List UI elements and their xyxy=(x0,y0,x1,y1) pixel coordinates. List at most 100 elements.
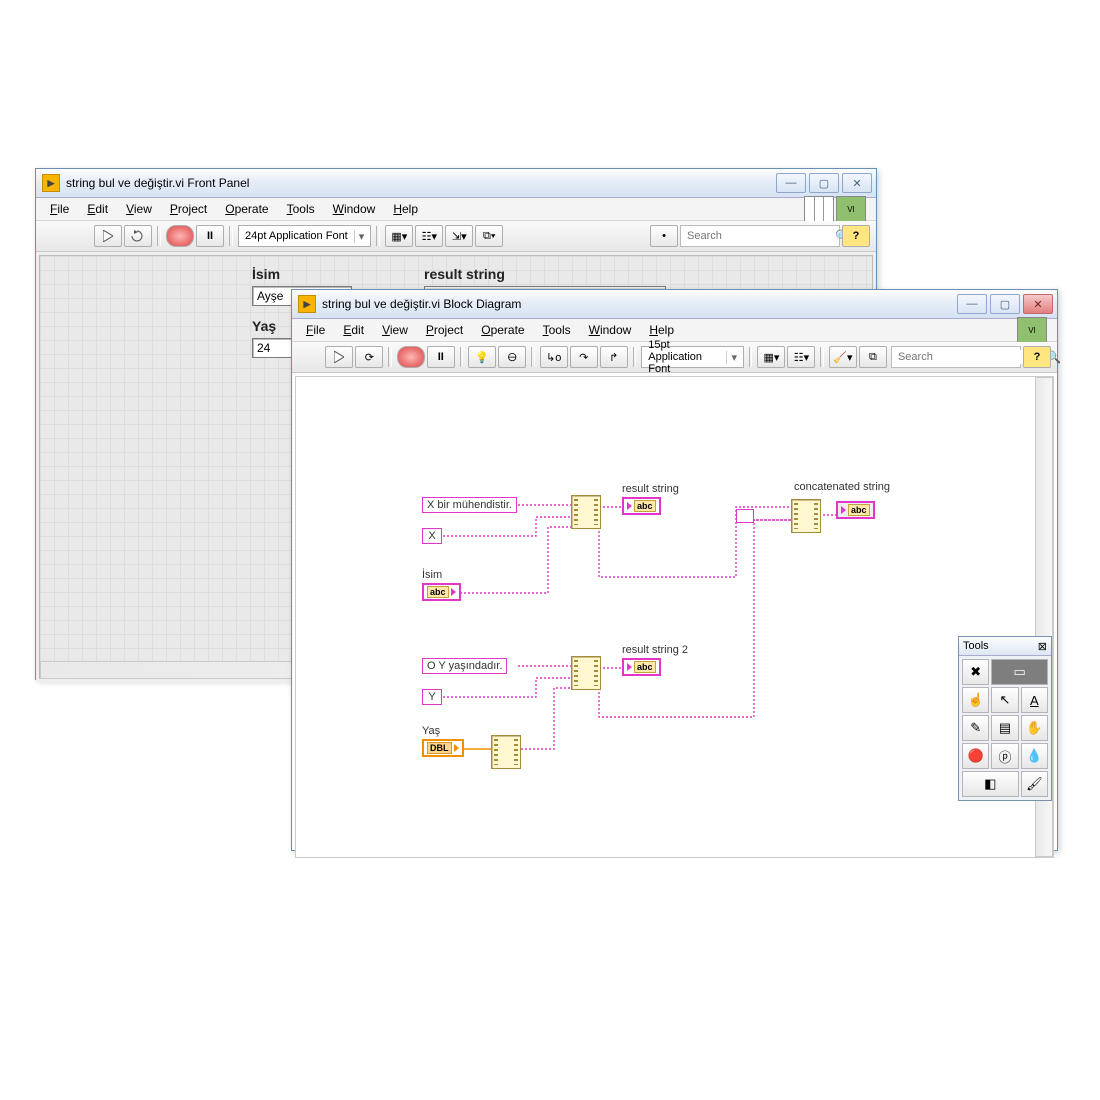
tool-color-copy[interactable]: 💧 xyxy=(1021,743,1048,769)
close-button[interactable]: ✕ xyxy=(842,173,872,193)
maximize-button[interactable]: ▢ xyxy=(990,294,1020,314)
search-input[interactable] xyxy=(685,229,831,243)
tools-palette[interactable]: Tools⊠ ✖ ▭ ☝ ↖ A ✎ ▤ ✋ 🔴 ⓟ 💧 ◧ 🖌 xyxy=(958,636,1052,801)
distribute-button[interactable]: ☷▾ xyxy=(787,346,815,368)
run-button[interactable] xyxy=(94,225,122,247)
maximize-button[interactable]: ▢ xyxy=(809,173,839,193)
vi-icon[interactable]: VI xyxy=(1017,317,1047,343)
search-box[interactable]: 🔍 xyxy=(891,346,1021,368)
menu-window[interactable]: Window xyxy=(325,200,384,218)
menu-window[interactable]: Window xyxy=(581,321,640,339)
front-toolbar: II 24pt Application Font▾ ▦▾ ☷▾ ⇲▾ ⧉▾ • … xyxy=(36,221,876,252)
run-button[interactable] xyxy=(325,346,353,368)
highlight-exec-button[interactable]: 💡 xyxy=(468,346,496,368)
front-title: string bul ve değiştir.vi Front Panel xyxy=(66,176,776,190)
menu-help[interactable]: Help xyxy=(385,200,426,218)
concatenate-node[interactable] xyxy=(791,499,821,533)
menu-edit[interactable]: Edit xyxy=(79,200,116,218)
tool-wiring[interactable]: ✎ xyxy=(962,715,989,741)
indicator-term-result2[interactable]: result string 2 abc xyxy=(622,644,688,676)
tools-header[interactable]: Tools⊠ xyxy=(959,637,1051,656)
block-titlebar[interactable]: ▶ string bul ve değiştir.vi Block Diagra… xyxy=(292,290,1057,319)
help-button[interactable]: ? xyxy=(842,225,870,247)
font-selector[interactable]: 24pt Application Font▾ xyxy=(238,225,371,247)
pause-button[interactable]: II xyxy=(196,225,224,247)
close-icon[interactable]: ⊠ xyxy=(1038,640,1047,653)
resize-button[interactable]: ⇲▾ xyxy=(445,225,473,247)
search-replace-node-1[interactable] xyxy=(571,495,601,529)
const-x[interactable]: X xyxy=(422,528,442,544)
num-to-string-node[interactable] xyxy=(491,735,521,769)
minimize-button[interactable]: — xyxy=(776,173,806,193)
search-replace-node-2[interactable] xyxy=(571,656,601,690)
labview-icon: ▶ xyxy=(298,295,316,313)
distribute-button[interactable]: ☷▾ xyxy=(415,225,443,247)
tool-text[interactable]: A xyxy=(1021,687,1048,713)
step-out-button[interactable]: ↱ xyxy=(600,346,628,368)
menu-help[interactable]: Help xyxy=(641,321,682,339)
menu-operate[interactable]: Operate xyxy=(473,321,532,339)
label-result: result string xyxy=(424,266,505,282)
menu-file[interactable]: File xyxy=(298,321,333,339)
reorder-button[interactable]: ⧉ xyxy=(859,346,887,368)
connector-pane[interactable] xyxy=(804,196,834,222)
block-toolbar: ⟳ II 💡 🜔 ↳o ↷ ↱ 15pt Application Font▾ ▦… xyxy=(292,342,1057,373)
tool-scroll[interactable]: ✋ xyxy=(1021,715,1048,741)
tool-auto-selected[interactable]: ▭ xyxy=(991,659,1048,685)
const-y[interactable]: Y xyxy=(422,689,442,705)
toolbar-divider: • xyxy=(650,225,678,247)
tool-color[interactable]: ◧ xyxy=(962,771,1019,797)
abort-button[interactable] xyxy=(166,225,194,247)
menu-tools[interactable]: Tools xyxy=(279,200,323,218)
const-template1[interactable]: X bir mühendistir. xyxy=(422,497,517,513)
cleanup-button[interactable]: 🧹▾ xyxy=(829,346,857,368)
menu-edit[interactable]: Edit xyxy=(335,321,372,339)
indicator-term-concat[interactable]: concatenated string xyxy=(794,481,890,495)
help-button[interactable]: ? xyxy=(1023,346,1051,368)
align-button[interactable]: ▦▾ xyxy=(385,225,413,247)
control-term-isim[interactable]: İsim abc xyxy=(422,569,461,601)
retain-wire-button[interactable]: 🜔 xyxy=(498,346,526,368)
vi-icon[interactable]: VI xyxy=(836,196,866,222)
const-template2[interactable]: O Y yaşındadır. xyxy=(422,658,507,674)
block-diagram-window: ▶ string bul ve değiştir.vi Block Diagra… xyxy=(291,289,1058,851)
pause-button[interactable]: II xyxy=(427,346,455,368)
tool-color-brush[interactable]: 🖌 xyxy=(1021,771,1048,797)
reorder-button[interactable]: ⧉▾ xyxy=(475,225,503,247)
const-empty[interactable] xyxy=(736,509,754,523)
close-button[interactable]: ✕ xyxy=(1023,294,1053,314)
search-box[interactable]: 🔍 xyxy=(680,225,840,247)
menu-view[interactable]: View xyxy=(118,200,160,218)
align-button[interactable]: ▦▾ xyxy=(757,346,785,368)
menu-file[interactable]: File xyxy=(42,200,77,218)
tool-operate[interactable]: ☝ xyxy=(962,687,989,713)
tool-position[interactable]: ↖ xyxy=(991,687,1018,713)
label-yas: Yaş xyxy=(252,318,276,334)
tool-breakpoint[interactable]: 🔴 xyxy=(962,743,989,769)
search-input[interactable] xyxy=(896,350,1042,364)
indicator-term-result[interactable]: result string abc xyxy=(622,483,679,515)
control-term-yas[interactable]: Yaş DBL xyxy=(422,725,464,757)
wires xyxy=(296,377,1054,857)
run-continuous-button[interactable] xyxy=(124,225,152,247)
run-continuous-button[interactable]: ⟳ xyxy=(355,346,383,368)
menu-operate[interactable]: Operate xyxy=(217,200,276,218)
label-isim: İsim xyxy=(252,266,280,282)
menu-project[interactable]: Project xyxy=(162,200,215,218)
tool-probe[interactable]: ⓟ xyxy=(991,743,1018,769)
tool-auto[interactable]: ✖ xyxy=(962,659,989,685)
minimize-button[interactable]: — xyxy=(957,294,987,314)
abort-button[interactable] xyxy=(397,346,425,368)
labview-icon: ▶ xyxy=(42,174,60,192)
block-title: string bul ve değiştir.vi Block Diagram xyxy=(322,297,957,311)
menu-view[interactable]: View xyxy=(374,321,416,339)
step-into-button[interactable]: ↳o xyxy=(540,346,568,368)
front-titlebar[interactable]: ▶ string bul ve değiştir.vi Front Panel … xyxy=(36,169,876,198)
step-over-button[interactable]: ↷ xyxy=(570,346,598,368)
block-diagram-canvas[interactable]: X bir mühendistir. X İsim abc result str… xyxy=(295,376,1054,858)
menu-tools[interactable]: Tools xyxy=(535,321,579,339)
tool-shortcut[interactable]: ▤ xyxy=(991,715,1018,741)
indicator-term-concat-box[interactable]: abc xyxy=(836,501,875,519)
font-selector[interactable]: 15pt Application Font▾ xyxy=(641,346,744,368)
menu-project[interactable]: Project xyxy=(418,321,471,339)
